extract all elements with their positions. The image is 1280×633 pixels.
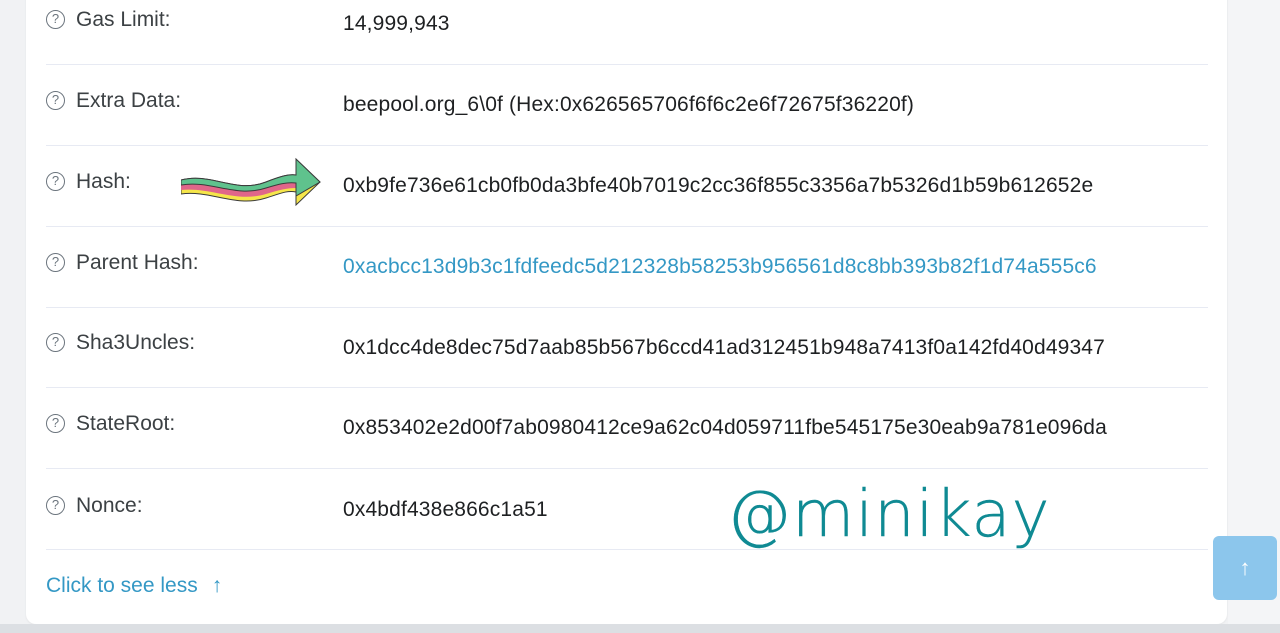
detail-value: 0x853402e2d00f7ab0980412ce9a62c04d059711… bbox=[343, 416, 1107, 439]
help-icon[interactable]: ? bbox=[46, 496, 65, 515]
detail-row-extra-data: ? Extra Data: beepool.org_6\0f (Hex:0x62… bbox=[46, 64, 1208, 146]
detail-label: Nonce: bbox=[76, 494, 143, 517]
arrow-up-icon: ↑ bbox=[1239, 555, 1251, 580]
help-icon[interactable]: ? bbox=[46, 333, 65, 352]
detail-label: Parent Hash: bbox=[76, 251, 199, 274]
help-icon[interactable]: ? bbox=[46, 414, 65, 433]
detail-label: Sha3Uncles: bbox=[76, 331, 196, 354]
detail-label: StateRoot: bbox=[76, 412, 176, 435]
detail-value: beepool.org_6\0f (Hex:0x626565706f6f6c2e… bbox=[343, 93, 915, 116]
rainbow-arrow-icon bbox=[181, 157, 321, 207]
help-icon[interactable]: ? bbox=[46, 172, 65, 191]
detail-label: Hash: bbox=[76, 170, 131, 193]
parent-hash-link[interactable]: 0xacbcc13d9b3c1fdfeedc5d212328b58253b956… bbox=[343, 255, 1097, 279]
detail-row-stateroot: ? StateRoot: 0x853402e2d00f7ab0980412ce9… bbox=[46, 387, 1208, 469]
detail-row-parent-hash: ? Parent Hash: 0xacbcc13d9b3c1fdfeedc5d2… bbox=[46, 226, 1208, 308]
detail-value: 0x4bdf438e866c1a51 bbox=[343, 498, 548, 521]
see-less-link[interactable]: Click to see less ↑ bbox=[46, 574, 222, 598]
detail-label: Extra Data: bbox=[76, 89, 182, 112]
detail-value: 14,999,943 bbox=[343, 12, 450, 35]
detail-value: 0xb9fe736e61cb0fb0da3bfe40b7019c2cc36f85… bbox=[343, 174, 1094, 197]
detail-value: 0x1dcc4de8dec75d7aab85b567b6ccd41ad31245… bbox=[343, 336, 1105, 359]
arrow-up-icon: ↑ bbox=[211, 574, 223, 597]
detail-row-sha3uncles: ? Sha3Uncles: 0x1dcc4de8dec75d7aab85b567… bbox=[46, 307, 1208, 388]
help-icon[interactable]: ? bbox=[46, 10, 65, 29]
scroll-to-top-button[interactable]: ↑ bbox=[1213, 536, 1277, 600]
help-icon[interactable]: ? bbox=[46, 91, 65, 110]
detail-label: Gas Limit: bbox=[76, 8, 171, 31]
see-less-label: Click to see less bbox=[46, 574, 198, 597]
page-bottom-edge bbox=[0, 624, 1280, 633]
detail-row-gas-limit: ? Gas Limit: 14,999,943 bbox=[46, 0, 1208, 65]
help-icon[interactable]: ? bbox=[46, 253, 65, 272]
watermark-text: @minikay bbox=[727, 478, 1051, 552]
